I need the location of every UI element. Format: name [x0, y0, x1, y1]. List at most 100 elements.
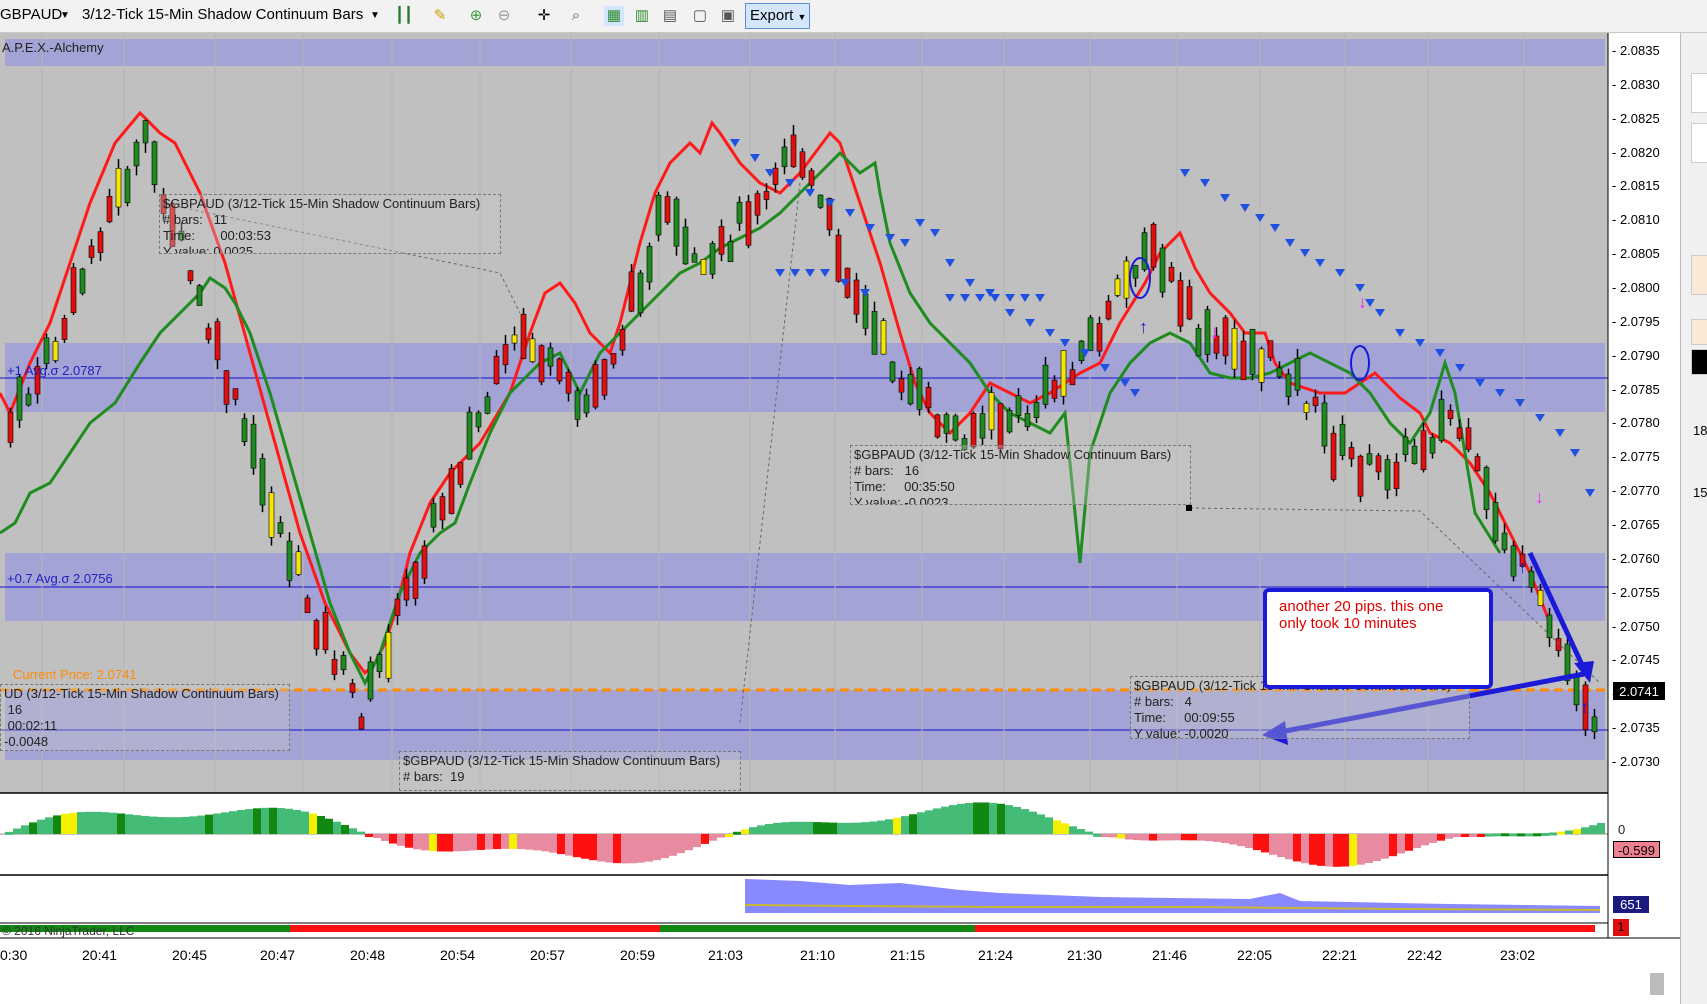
instrument-dropdown-icon[interactable]: ▼ [60, 10, 70, 21]
candle-body-43 [394, 598, 401, 616]
candle-body-23 [214, 321, 221, 361]
top-band [5, 39, 1605, 66]
measure-annotation-4[interactable]: $GBPAUD (3/12-Tick 15-Min Shadow Continu… [850, 445, 1191, 505]
candle-body-162 [1465, 427, 1472, 450]
measure-annotation-2[interactable]: UD (3/12-Tick 15-Min Shadow Continuum Ba… [0, 684, 290, 751]
instrument-selector[interactable]: GBPAUD [0, 6, 62, 23]
properties-icon[interactable]: ⌕ [566, 6, 586, 26]
candle-body-61 [556, 358, 563, 382]
candle-body-121 [1096, 323, 1103, 352]
text-note-annotation[interactable]: another 20 pips. this one only took 10 m… [1263, 588, 1493, 689]
candle-body-174 [1573, 674, 1580, 706]
candle-body-96 [871, 311, 878, 355]
price-chart[interactable]: ↑ ↑ ↑ ↓ ↓ ↓ A.P.E.X.-Alchemy +1 Avg.σ 2.0787 … [0, 33, 1707, 1004]
candle-body-56 [511, 334, 518, 344]
oscillator-bar-171 [1373, 834, 1381, 862]
price-tick-label: - 2.0750 [1612, 618, 1660, 634]
candle-body-57 [520, 313, 527, 360]
oscillator-bar-121 [973, 802, 981, 834]
candle-body-88 [799, 151, 806, 178]
candle-body-55 [502, 344, 509, 366]
oscillator-bar-1 [13, 828, 21, 834]
export-dropdown-icon: ▼ [797, 12, 807, 22]
oscillator-bar-147 [1181, 834, 1189, 841]
measure-annotation-1[interactable]: $GBPAUD (3/12-Tick 15-Min Shadow Continu… [159, 194, 501, 254]
oscillator-bar-76 [613, 834, 621, 864]
oscillator-bar-113 [909, 814, 917, 834]
oscillator-bar-96 [773, 822, 781, 834]
oscillator-bar-7 [61, 813, 69, 834]
side-panel-widget-1[interactable] [1691, 73, 1707, 113]
price-tick-label: - 2.0785 [1612, 381, 1660, 397]
oscillator-bar-66 [533, 834, 541, 851]
bar-type-dropdown-icon[interactable]: ▼ [370, 10, 380, 21]
candle-body-130 [1177, 280, 1184, 327]
candle-body-132 [1195, 327, 1202, 357]
candle-body-6 [61, 318, 68, 340]
candle-body-26 [241, 418, 248, 443]
oscillator-bar-110 [885, 819, 893, 834]
oscillator-bar-26 [213, 813, 221, 834]
oscillator-bar-178 [1429, 834, 1437, 843]
side-panel-widget-4[interactable] [1691, 319, 1707, 345]
candle-body-67 [610, 353, 617, 365]
candle-body-136 [1231, 328, 1238, 370]
oscillator-bar-8 [69, 812, 77, 834]
window-icon[interactable]: ▣ [718, 6, 738, 26]
oscillator-bar-74 [597, 834, 605, 862]
drawing-tool-icon[interactable]: ✎ [430, 6, 450, 26]
strategies-icon[interactable]: ▥ [632, 6, 652, 26]
candle-body-153 [1384, 459, 1391, 491]
oscillator-bar-183 [1469, 834, 1477, 837]
oscillator-bar-154 [1237, 834, 1245, 847]
time-tick-label: 20:54 [440, 947, 476, 963]
scroll-right-icon[interactable] [1650, 973, 1664, 995]
oscillator-bar-70 [565, 834, 573, 856]
sell-signal-1: ↓ [1358, 292, 1367, 312]
oscillator-bar-29 [237, 810, 245, 834]
candle-body-147 [1330, 432, 1337, 480]
candle-body-14 [133, 141, 140, 167]
oscillator-bar-2 [21, 825, 29, 834]
oscillator-bar-193 [1549, 832, 1557, 836]
oscillator-bar-81 [653, 834, 661, 861]
oscillator-bar-101 [813, 822, 821, 834]
zoom-in-icon[interactable]: ⊕ [466, 6, 486, 26]
crosshair-icon[interactable]: ✛ [534, 6, 554, 26]
side-panel-widget-3[interactable] [1691, 255, 1707, 295]
trend-strip-segment-3 [975, 925, 1595, 932]
oscillator-bar-34 [277, 808, 285, 834]
oscillator-bar-165 [1325, 834, 1333, 867]
oscillator-bar-91 [733, 831, 741, 835]
candle-body-27 [250, 423, 257, 469]
oscillator-bar-73 [589, 834, 597, 861]
time-tick-label: 21:03 [708, 947, 744, 963]
oscillator-bar-108 [869, 821, 877, 834]
export-button[interactable]: Export ▼ [745, 3, 810, 29]
oscillator-bar-46 [373, 834, 381, 839]
indicators-icon[interactable]: ▦ [604, 6, 624, 26]
price-tick-label: - 2.0775 [1612, 449, 1660, 465]
side-panel-widget-5[interactable] [1691, 349, 1707, 375]
oscillator-bar-37 [301, 811, 309, 834]
oscillator-bar-54 [437, 834, 445, 852]
zoom-out-icon[interactable]: ⊖ [494, 6, 514, 26]
bar-style-icon[interactable]: ┃┃ [394, 6, 414, 26]
oscillator-bar-142 [1141, 834, 1149, 841]
chart-trader-icon[interactable]: ▤ [660, 6, 680, 26]
oscillator-bar-77 [621, 834, 629, 864]
candle-body-164 [1483, 467, 1490, 511]
oscillator-bar-94 [757, 825, 765, 834]
measure-annotation-3[interactable]: $GBPAUD (3/12-Tick 15-Min Shadow Continu… [399, 751, 741, 791]
bar-type-selector[interactable]: 3/12-Tick 15-Min Shadow Continuum Bars [82, 6, 363, 23]
oscillator-bar-55 [445, 834, 453, 852]
candle-body-105 [952, 415, 959, 441]
side-panel-widget-2[interactable] [1691, 123, 1707, 163]
candle-body-142 [1285, 373, 1292, 398]
candle-body-176 [1591, 716, 1598, 733]
candle-body-28 [259, 458, 266, 506]
data-box-icon[interactable]: ▢ [690, 6, 710, 26]
sell-signal-0: ↓ [1210, 322, 1219, 342]
price-tick-label: - 2.0755 [1612, 584, 1660, 600]
oscillator-bar-132 [1061, 823, 1069, 834]
